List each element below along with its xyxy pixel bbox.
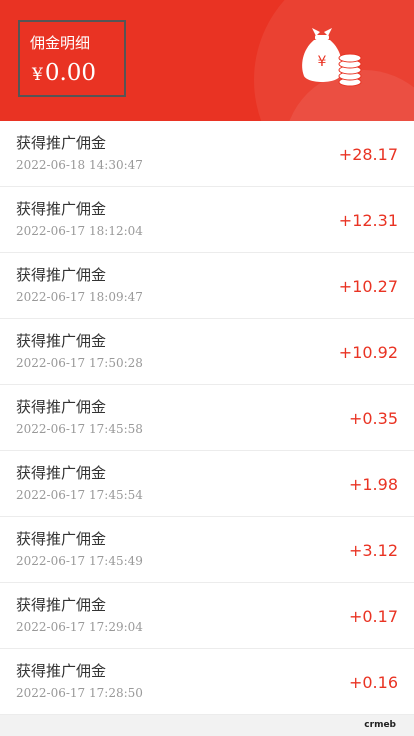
record-title: 获得推广佣金 [16, 530, 107, 548]
record-timestamp: 2022-06-17 18:09:47 [16, 290, 143, 304]
record-amount: +0.17 [348, 607, 398, 626]
record-title: 获得推广佣金 [16, 464, 107, 482]
total-commission: ¥0.00 [32, 60, 96, 86]
record-amount: +10.92 [338, 343, 398, 362]
record-timestamp: 2022-06-17 18:12:04 [16, 224, 143, 238]
record-title: 获得推广佣金 [16, 134, 107, 152]
record-title: 获得推广佣金 [16, 332, 107, 350]
list-item: 获得推广佣金 2022-06-18 14:30:47 +28.17 [0, 121, 414, 187]
money-bag-coins-icon: ¥ [302, 28, 362, 87]
list-item: 获得推广佣金 2022-06-17 17:50:28 +10.92 [0, 319, 414, 385]
record-amount: +12.31 [338, 211, 398, 230]
record-amount: +28.17 [338, 145, 398, 164]
record-timestamp: 2022-06-18 14:30:47 [16, 158, 143, 172]
record-timestamp: 2022-06-17 17:45:49 [16, 554, 143, 568]
record-amount: +0.16 [348, 673, 398, 692]
list-item: 获得推广佣金 2022-06-17 17:45:49 +3.12 [0, 517, 414, 583]
commission-header: 佣金明细 ¥0.00 ¥ [0, 0, 414, 121]
commission-record-list: 获得推广佣金 2022-06-18 14:30:47 +28.17 获得推广佣金 202… [0, 121, 414, 715]
record-timestamp: 2022-06-17 17:50:28 [16, 356, 143, 370]
record-amount: +0.35 [348, 409, 398, 428]
record-timestamp: 2022-06-17 17:28:50 [16, 686, 143, 700]
list-item: 获得推广佣金 2022-06-17 17:29:04 +0.17 [0, 583, 414, 649]
record-timestamp: 2022-06-17 17:29:04 [16, 620, 143, 634]
commission-summary: 佣金明细 ¥0.00 [18, 20, 126, 97]
page-title: 佣金明细 [30, 34, 91, 52]
record-title: 获得推广佣金 [16, 662, 107, 680]
record-amount: +1.98 [348, 475, 398, 494]
list-item: 获得推广佣金 2022-06-17 18:09:47 +10.27 [0, 253, 414, 319]
total-amount-value: 0.00 [44, 60, 97, 86]
record-timestamp: 2022-06-17 17:45:54 [16, 488, 143, 502]
list-item: 获得推广佣金 2022-06-17 17:45:54 +1.98 [0, 451, 414, 517]
record-title: 获得推广佣金 [16, 398, 107, 416]
record-title: 获得推广佣金 [16, 200, 107, 218]
record-title: 获得推广佣金 [16, 596, 107, 614]
svg-text:¥: ¥ [318, 54, 327, 70]
brand-watermark: crmeb [364, 720, 396, 730]
record-title: 获得推广佣金 [16, 266, 107, 284]
list-item: 获得推广佣金 2022-06-17 17:28:50 +0.16 [0, 649, 414, 715]
record-amount: +10.27 [338, 277, 398, 296]
list-item: 获得推广佣金 2022-06-17 17:45:58 +0.35 [0, 385, 414, 451]
record-amount: +3.12 [348, 541, 398, 560]
list-item: 获得推广佣金 2022-06-17 18:12:04 +12.31 [0, 187, 414, 253]
record-timestamp: 2022-06-17 17:45:58 [16, 422, 143, 436]
currency-symbol: ¥ [32, 65, 43, 85]
